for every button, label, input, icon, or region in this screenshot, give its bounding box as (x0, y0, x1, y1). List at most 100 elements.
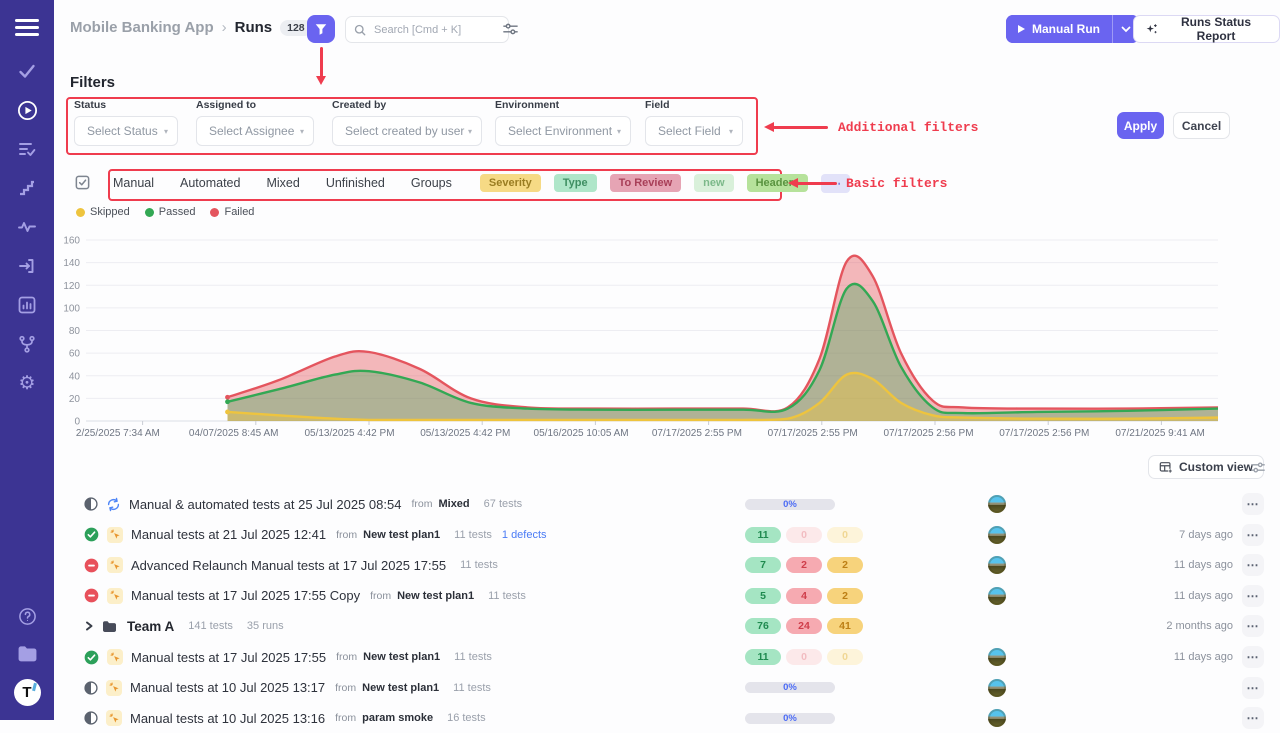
legend-item-passed[interactable]: Passed (145, 206, 196, 218)
legend-item-failed[interactable]: Failed (210, 206, 254, 218)
more-actions-button[interactable]: ⋯ (1242, 554, 1264, 576)
progress-label: 0% (783, 682, 797, 693)
created-by-select[interactable]: Select created by user ▾ (332, 116, 482, 146)
group-row[interactable]: Team A 141 tests 35 runs7624412 months a… (0, 611, 1280, 641)
more-actions-button[interactable]: ⋯ (1242, 707, 1264, 729)
sidebar-item-runs[interactable] (16, 99, 38, 121)
run-row-main: Manual tests at 21 Jul 2025 12:41from Ne… (84, 520, 547, 550)
run-title[interactable]: Manual tests at 17 Jul 2025 17:55 Copy (131, 588, 360, 603)
sidebar-item-analytics[interactable] (16, 294, 38, 316)
filter-toggle-button[interactable] (307, 15, 335, 43)
avatar[interactable] (988, 526, 1006, 544)
manual-run-button[interactable]: Manual Run (1006, 15, 1112, 43)
x-axis-label: 07/21/2025 9:41 AM (1102, 428, 1218, 439)
x-axis-label: 05/13/2025 4:42 PM (292, 428, 408, 439)
chevron-down-icon: ▾ (468, 127, 472, 136)
basic-filter-automated[interactable]: Automated (180, 176, 240, 190)
avatar[interactable] (988, 648, 1006, 666)
avatar[interactable] (988, 556, 1006, 574)
more-actions-button[interactable]: ⋯ (1242, 646, 1264, 668)
avatar[interactable] (988, 495, 1006, 513)
failed-count-pill: 2 (786, 557, 822, 573)
filter-tag-severity[interactable]: Severity (480, 174, 541, 192)
filter-tag-to-review[interactable]: To Review (610, 174, 682, 192)
custom-view-button[interactable]: Custom view (1148, 455, 1264, 479)
runs-status-report-button[interactable]: Runs Status Report (1133, 15, 1280, 43)
more-actions-button[interactable]: ⋯ (1242, 615, 1264, 637)
filter-tag-type[interactable]: Type (554, 174, 597, 192)
avatar[interactable] (988, 679, 1006, 697)
sidebar-item-test-plans[interactable] (16, 138, 38, 160)
more-actions-button[interactable]: ⋯ (1242, 677, 1264, 699)
more-actions-button[interactable]: ⋯ (1242, 524, 1264, 546)
assigned-to-select[interactable]: Select Assignee ▾ (196, 116, 314, 146)
basic-filter-mixed[interactable]: Mixed (266, 176, 299, 190)
skipped-count-pill: 41 (827, 618, 863, 634)
basic-filter-groups[interactable]: Groups (411, 176, 452, 190)
avatar[interactable] (988, 587, 1006, 605)
run-title[interactable]: Manual tests at 10 Jul 2025 13:17 (130, 680, 325, 695)
run-plan[interactable]: New test plan1 (363, 651, 440, 663)
status-select[interactable]: Select Status ▾ (74, 116, 178, 146)
breadcrumb-project[interactable]: Mobile Banking App (70, 19, 214, 36)
run-plan[interactable]: New test plan1 (362, 682, 439, 694)
run-plan[interactable]: New test plan1 (397, 590, 474, 602)
run-row[interactable]: Manual tests at 21 Jul 2025 12:41from Ne… (0, 520, 1280, 550)
edit-view-button[interactable] (74, 174, 91, 191)
run-tests-count: 11 tests (460, 559, 498, 571)
search-settings-button[interactable] (502, 21, 519, 37)
chevron-down-icon: ▾ (164, 127, 168, 136)
sidebar-item-import[interactable] (16, 255, 38, 277)
list-settings-button[interactable] (1250, 460, 1266, 475)
run-row[interactable]: Advanced Relaunch Manual tests at 17 Jul… (0, 550, 1280, 580)
run-row[interactable]: Manual tests at 10 Jul 2025 13:17from Ne… (0, 673, 1280, 703)
run-time: 7 days ago (1179, 520, 1233, 550)
filter-label: Field (645, 99, 743, 111)
basic-filter-unfinished[interactable]: Unfinished (326, 176, 385, 190)
run-title[interactable]: Advanced Relaunch Manual tests at 17 Jul… (131, 558, 446, 573)
search-input[interactable] (372, 23, 486, 37)
more-actions-button[interactable]: ⋯ (1242, 585, 1264, 607)
environment-select[interactable]: Select Environment ▾ (495, 116, 631, 146)
sidebar-item-branches[interactable] (16, 333, 38, 355)
filter-label: Status (74, 99, 178, 111)
group-title[interactable]: Team A (127, 619, 174, 634)
run-title[interactable]: Manual tests at 21 Jul 2025 12:41 (131, 527, 326, 542)
group-tests-count: 141 tests (188, 620, 233, 632)
analytics-chart-icon (17, 295, 37, 315)
avatar[interactable] (988, 709, 1006, 727)
run-plan[interactable]: Mixed (438, 498, 469, 510)
svg-text:0: 0 (74, 417, 80, 428)
chevron-right-icon[interactable] (84, 620, 94, 632)
run-title[interactable]: Manual tests at 17 Jul 2025 17:55 (131, 650, 326, 665)
filter-tag-new[interactable]: new (694, 174, 733, 192)
legend-item-skipped[interactable]: Skipped (76, 206, 130, 218)
run-row[interactable]: Manual tests at 17 Jul 2025 17:55from Ne… (0, 642, 1280, 672)
sidebar-item-results[interactable] (16, 60, 38, 82)
run-title[interactable]: Manual tests at 10 Jul 2025 13:16 (130, 711, 325, 726)
status-failed-icon (84, 588, 99, 603)
apply-button[interactable]: Apply (1117, 112, 1164, 139)
cancel-button[interactable]: Cancel (1173, 112, 1230, 139)
manual-run-type-icon (107, 527, 123, 543)
hamburger-menu-icon[interactable] (15, 19, 39, 40)
run-plan[interactable]: param smoke (362, 712, 433, 724)
defects-link[interactable]: 1 defects (502, 529, 547, 541)
sidebar-item-activity[interactable] (16, 216, 38, 238)
manual-run-label: Manual Run (1032, 22, 1100, 36)
run-title[interactable]: Manual & automated tests at 25 Jul 2025 … (129, 497, 401, 512)
run-plan[interactable]: New test plan1 (363, 529, 440, 541)
sidebar-item-settings[interactable]: ⚙ (16, 372, 38, 394)
run-row[interactable]: Manual tests at 10 Jul 2025 13:16from pa… (0, 703, 1280, 733)
test-list-icon (17, 139, 37, 159)
run-row[interactable]: Manual & automated tests at 25 Jul 2025 … (0, 489, 1280, 519)
basic-filter-manual[interactable]: Manual (113, 176, 154, 190)
run-tests-count: 11 tests (453, 682, 491, 694)
field-select[interactable]: Select Field ▾ (645, 116, 743, 146)
run-stats: 1100 (745, 642, 863, 672)
status-in_progress-icon (84, 681, 98, 695)
more-actions-button[interactable]: ⋯ (1242, 493, 1264, 515)
sidebar-item-milestones[interactable] (16, 177, 38, 199)
run-row[interactable]: Manual tests at 17 Jul 2025 17:55 Copyfr… (0, 581, 1280, 611)
progress-bar: 0% (745, 499, 835, 510)
